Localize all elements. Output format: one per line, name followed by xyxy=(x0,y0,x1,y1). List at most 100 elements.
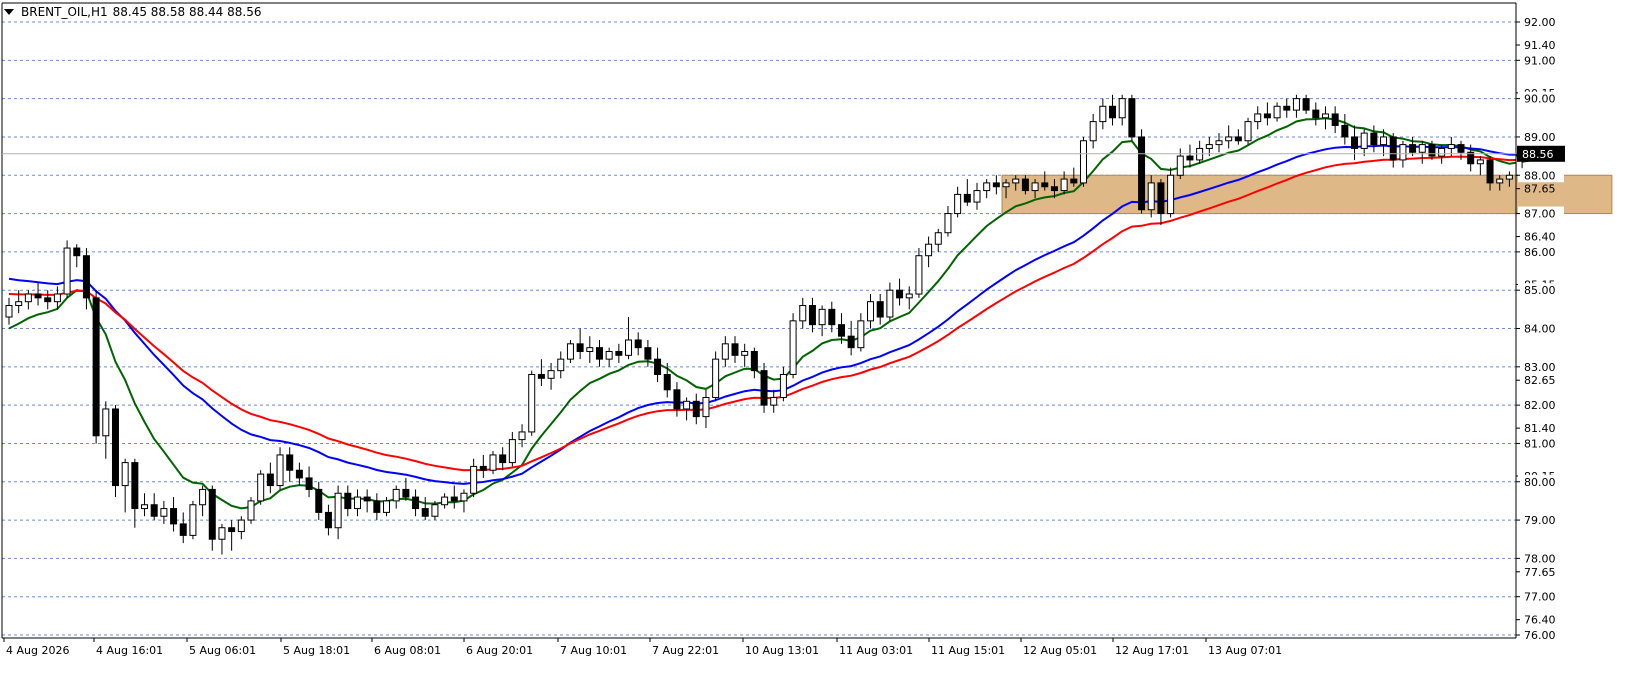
candle-body xyxy=(1302,98,1310,111)
candle xyxy=(1099,98,1107,130)
candle xyxy=(257,470,265,505)
candle xyxy=(141,493,149,517)
y-tick-label: 81.40 xyxy=(1524,422,1556,435)
candle-body xyxy=(1186,155,1194,161)
candle xyxy=(1196,140,1204,164)
candle-body xyxy=(1244,121,1252,142)
candle xyxy=(741,343,749,367)
candle xyxy=(1302,94,1310,114)
candle xyxy=(595,339,603,367)
candle xyxy=(712,351,720,402)
candle-body xyxy=(605,350,613,360)
candle xyxy=(170,497,178,532)
candle xyxy=(1244,117,1252,145)
candle xyxy=(934,228,942,252)
y-tick-label: 84.00 xyxy=(1524,323,1556,336)
candle-body xyxy=(663,373,671,391)
candle xyxy=(199,485,207,517)
y-tick-label: 76.00 xyxy=(1524,629,1556,642)
candle xyxy=(828,301,836,333)
candle xyxy=(305,466,313,498)
candle xyxy=(1418,140,1426,164)
candle xyxy=(24,290,32,310)
grid-lines xyxy=(2,21,1516,636)
candle-body xyxy=(1128,98,1136,138)
candle-body xyxy=(276,454,284,487)
candle-body xyxy=(431,504,439,517)
candle xyxy=(818,305,826,337)
x-tick-label: 12 Aug 17:01 xyxy=(1115,644,1189,657)
candle-body xyxy=(1399,144,1407,161)
candle xyxy=(189,500,197,540)
candle-body xyxy=(324,511,332,529)
candle xyxy=(1138,129,1146,214)
candle-body xyxy=(1060,178,1068,192)
chart-title[interactable]: BRENT_OIL,H1 88.45 88.58 88.44 88.56 xyxy=(4,3,261,21)
candle-body xyxy=(644,347,652,360)
dropdown-triangle-icon[interactable] xyxy=(4,9,14,15)
x-tick-label: 4 Aug 16:01 xyxy=(96,644,163,657)
y-tick-label: 87.65 xyxy=(1524,183,1556,196)
candle xyxy=(1225,125,1233,149)
candle-body xyxy=(983,182,991,192)
candle-body xyxy=(1505,174,1513,180)
candle-body xyxy=(266,473,274,487)
candle xyxy=(334,485,342,540)
candle-body xyxy=(353,496,361,510)
candle xyxy=(179,512,187,544)
candle xyxy=(102,401,110,459)
candle-body xyxy=(1476,159,1484,165)
candle xyxy=(1351,125,1359,160)
candle-body xyxy=(421,508,429,517)
candle xyxy=(121,458,129,513)
candle-body xyxy=(702,396,710,418)
y-tick-label: 89.00 xyxy=(1524,131,1556,144)
candle xyxy=(721,336,729,367)
candle xyxy=(392,485,400,509)
candle-body xyxy=(237,519,245,533)
candle xyxy=(1292,94,1300,118)
candle-body xyxy=(111,408,119,487)
y-tick-label: 77.65 xyxy=(1524,566,1556,579)
price-chart[interactable]: 92.0091.4091.0090.1590.0089.0088.0087.65… xyxy=(0,0,1626,686)
candle-body xyxy=(63,247,71,295)
candle xyxy=(857,313,865,352)
candle xyxy=(992,175,1000,195)
candle-body xyxy=(537,373,545,379)
candle xyxy=(1167,167,1175,218)
y-tick-label: 78.00 xyxy=(1524,552,1556,565)
symbol-timeframe: BRENT_OIL,H1 xyxy=(21,5,108,19)
candle-body xyxy=(760,370,768,406)
candle xyxy=(1321,106,1329,130)
candle-body xyxy=(150,504,158,517)
candle-body xyxy=(692,400,700,418)
candle-body xyxy=(373,500,381,513)
candle xyxy=(770,389,778,413)
candle-body xyxy=(973,190,981,203)
candle-body xyxy=(1486,159,1494,184)
candle xyxy=(421,497,429,521)
x-tick-label: 5 Aug 18:01 xyxy=(283,644,350,657)
x-tick-label: 11 Aug 15:01 xyxy=(931,644,1005,657)
candle-body xyxy=(499,454,507,464)
candle-body xyxy=(199,488,207,506)
candle xyxy=(470,458,478,498)
candle xyxy=(5,297,13,325)
candle xyxy=(1273,102,1281,122)
x-tick-labels: 4 Aug 2026 4 Aug 16:01 5 Aug 06:01 5 Aug 18… xyxy=(3,638,1282,657)
candle-body xyxy=(1312,109,1320,119)
candle-body xyxy=(847,335,855,349)
candle-body xyxy=(1254,113,1262,123)
candle-body xyxy=(82,255,90,299)
x-tick-label: 10 Aug 13:01 xyxy=(745,644,819,657)
candle-body xyxy=(92,297,100,437)
candle-body xyxy=(121,462,129,487)
candle-body xyxy=(1409,144,1417,153)
candle-body xyxy=(1157,182,1165,215)
candle-body xyxy=(731,343,739,356)
candle xyxy=(528,370,536,436)
candle-body xyxy=(53,293,61,303)
candle xyxy=(925,236,933,268)
candle xyxy=(276,447,284,490)
candle xyxy=(353,489,361,517)
